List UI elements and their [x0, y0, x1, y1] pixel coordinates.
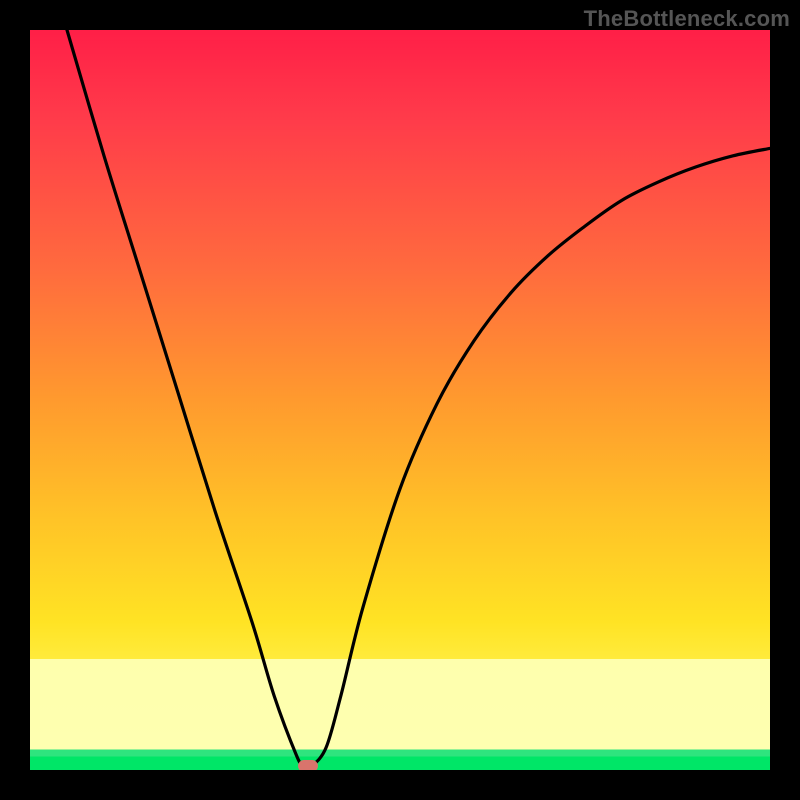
watermark-text: TheBottleneck.com: [584, 6, 790, 32]
min-marker: [298, 760, 318, 770]
plot-area: [30, 30, 770, 770]
curve-path: [67, 30, 770, 768]
chart-frame: TheBottleneck.com: [0, 0, 800, 800]
bottleneck-curve: [30, 30, 770, 770]
